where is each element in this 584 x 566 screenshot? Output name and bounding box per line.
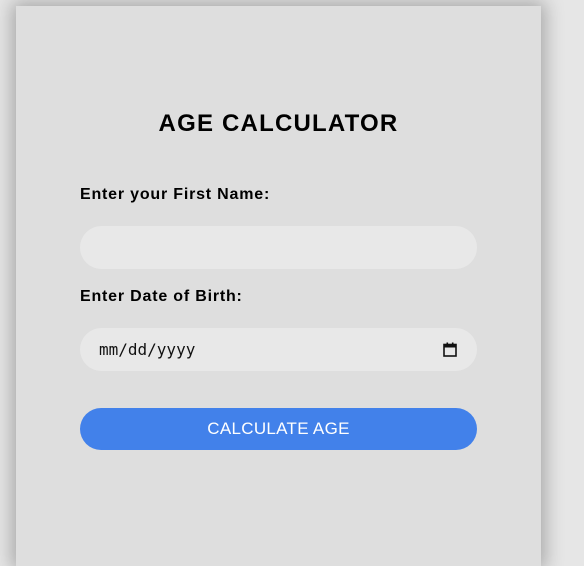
date-of-birth-label: Enter Date of Birth: <box>80 288 243 305</box>
calendar-icon[interactable] <box>443 342 457 357</box>
date-of-birth-input[interactable]: mm/dd/yyyy <box>80 328 477 371</box>
page-title: AGE CALCULATOR <box>158 110 399 137</box>
first-name-input[interactable] <box>80 226 477 269</box>
first-name-label: Enter your First Name: <box>80 186 271 203</box>
date-placeholder: mm/dd/yyyy <box>99 340 196 359</box>
age-calculator-card: AGE CALCULATOR Enter your First Name: En… <box>16 6 541 566</box>
calculate-age-button[interactable]: CALCULATE AGE <box>80 408 477 450</box>
